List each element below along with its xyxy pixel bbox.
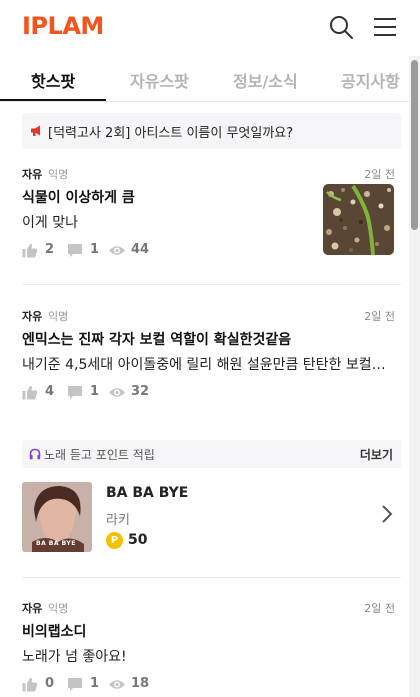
post-time: 2일 전: [364, 168, 395, 181]
post-category: 자유: [22, 168, 43, 181]
post-body: 내기준 4,5세대 아이돌중에 릴리 해원 설윤만큼 탄탄한 보컬라인 ...: [22, 357, 395, 373]
app-logo[interactable]: IPLAM: [22, 12, 104, 40]
plant-thumbnail-image: [323, 184, 394, 255]
more-button[interactable]: 더보기: [360, 446, 393, 463]
music-section-header: 노래 듣고 포인트 적립 더보기: [22, 440, 401, 468]
post-author: 익명: [48, 602, 69, 615]
tab-notice[interactable]: 공지사항: [341, 68, 400, 92]
eye-icon: [109, 246, 125, 255]
post-body: 노래가 넘 좋아요!: [22, 649, 127, 665]
thumbs-up-icon: [22, 243, 38, 258]
post-thumbnail: [323, 184, 394, 255]
category-tabs: 핫스팟 자유스팟 정보/소식 공지사항: [0, 56, 420, 102]
megaphone-icon: [31, 125, 40, 136]
comment-icon: [68, 244, 82, 257]
post-divider: [22, 577, 401, 578]
scrollbar[interactable]: [409, 56, 420, 697]
album-cover-text: BA BA BYE: [36, 540, 76, 547]
song-item[interactable]: BA BA BYE BA BA BYE 라키 P 50: [22, 482, 401, 552]
headphones-icon: [29, 448, 41, 460]
tab-free-spot[interactable]: 자유스팟: [130, 68, 189, 92]
post-item[interactable]: 자유 익명 2일 전 비의랩소디 노래가 넘 좋아요! 0 1 18: [22, 600, 395, 697]
hamburger-menu-icon: [374, 18, 396, 36]
point-icon: P: [106, 532, 123, 549]
album-cover: BA BA BYE: [22, 482, 92, 552]
comment-icon: [68, 678, 82, 691]
search-icon: [330, 16, 353, 39]
comment-icon: [68, 386, 82, 399]
post-body: 이게 맞나: [22, 215, 78, 231]
post-category: 자유: [22, 310, 43, 323]
post-author: 익명: [48, 310, 69, 323]
thumbs-up-icon: [22, 677, 38, 692]
menu-button[interactable]: [372, 16, 398, 38]
scrollbar-thumb[interactable]: [411, 60, 418, 230]
search-button[interactable]: [328, 14, 354, 40]
song-title: BA BA BYE: [106, 485, 189, 501]
point-value: 50: [128, 532, 148, 548]
post-time: 2일 전: [364, 602, 395, 615]
notice-banner[interactable]: [덕력고사 2회] 아티스트 이름이 무엇일까요?: [22, 113, 401, 149]
active-tab-indicator: [0, 99, 106, 101]
tab-hotspot[interactable]: 핫스팟: [31, 68, 75, 92]
eye-icon: [109, 388, 125, 397]
thumbs-up-icon: [22, 385, 38, 400]
post-category: 자유: [22, 602, 43, 615]
post-divider: [22, 284, 401, 285]
post-title: 엔믹스는 진짜 각자 보컬 역할이 확실한것같음: [22, 332, 292, 348]
chevron-right-icon[interactable]: [381, 504, 393, 524]
notice-text: [덕력고사 2회] 아티스트 이름이 무엇일까요?: [48, 126, 294, 141]
post-item[interactable]: 자유 익명 2일 전 식물이 이상하게 큼 이게 맞나 2 1 44: [22, 166, 395, 266]
post-author: 익명: [48, 168, 69, 181]
tab-info-news[interactable]: 정보/소식: [233, 68, 298, 92]
music-section-label: 노래 듣고 포인트 적립: [44, 448, 155, 462]
song-artist: 라키: [106, 513, 130, 528]
eye-icon: [109, 680, 125, 689]
app-header: IPLAM: [0, 0, 420, 52]
post-time: 2일 전: [364, 310, 395, 323]
post-title: 식물이 이상하게 큼: [22, 190, 135, 206]
post-title: 비의랩소디: [22, 624, 87, 640]
post-item[interactable]: 자유 익명 2일 전 엔믹스는 진짜 각자 보컬 역할이 확실한것같음 내기준 …: [22, 308, 395, 408]
